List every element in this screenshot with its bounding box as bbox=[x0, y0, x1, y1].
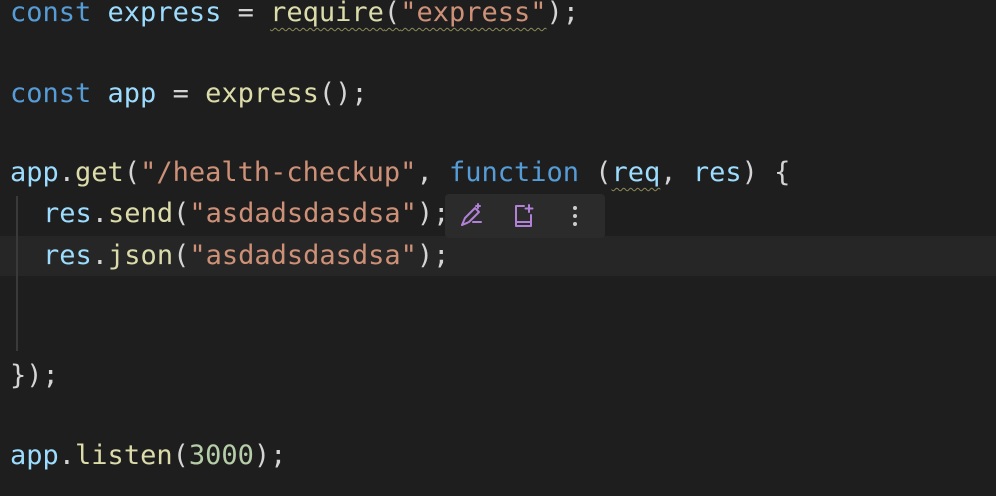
token-punct: . bbox=[58, 157, 76, 188]
token-keyword: const bbox=[10, 0, 92, 28]
token-punct: , bbox=[660, 157, 693, 188]
token-punct: ( bbox=[123, 157, 141, 188]
token-operator: = bbox=[221, 0, 271, 28]
code-line-10[interactable]: }); bbox=[10, 356, 59, 396]
token-punct: (); bbox=[318, 78, 368, 109]
edit-with-ai-button[interactable] bbox=[445, 194, 497, 238]
token-variable: express bbox=[107, 0, 222, 28]
token-string: "asdadsdasdsa" bbox=[189, 240, 417, 271]
squiggle-warning: require("express" bbox=[270, 0, 546, 28]
token-string: "asdadsdasdsa" bbox=[189, 198, 417, 229]
add-note-icon bbox=[508, 201, 538, 231]
token-variable: app bbox=[10, 157, 59, 188]
token-punct: ); bbox=[253, 440, 287, 471]
token-parameter: req bbox=[611, 157, 661, 188]
token-keyword: const bbox=[10, 78, 92, 109]
token-function: send bbox=[108, 198, 174, 229]
code-line-3[interactable]: const app = express(); bbox=[10, 74, 368, 114]
token-punct: ); bbox=[416, 240, 450, 271]
token-punct: . bbox=[58, 440, 76, 471]
token-punct: ( bbox=[173, 240, 190, 271]
token-parameter: res bbox=[692, 157, 742, 188]
token-function: json bbox=[108, 240, 174, 271]
token-number: 3000 bbox=[188, 440, 254, 471]
code-line-6[interactable]: res.send("asdadsdasdsa"); bbox=[43, 194, 449, 234]
code-line-5[interactable]: app.get("/health-checkup", function (req… bbox=[10, 153, 790, 193]
token-punct: . bbox=[91, 198, 109, 229]
add-note-button[interactable] bbox=[497, 194, 549, 238]
indent-guide bbox=[16, 196, 18, 351]
token-string: "express" bbox=[400, 0, 547, 28]
token-punct: , bbox=[416, 157, 449, 188]
token-function: listen bbox=[75, 440, 173, 471]
token-punct: ); bbox=[546, 0, 580, 28]
token-punct: ( bbox=[579, 157, 612, 188]
token-function: require bbox=[270, 0, 384, 28]
token-punct: ) { bbox=[741, 157, 791, 188]
more-vertical-icon bbox=[560, 201, 590, 231]
token-variable: app bbox=[10, 440, 59, 471]
code-editor[interactable]: const express = require("express"); cons… bbox=[0, 0, 996, 496]
code-line-1[interactable]: const express = require("express"); bbox=[10, 0, 579, 33]
edit-sparkle-icon bbox=[456, 201, 486, 231]
token-function: express bbox=[205, 78, 319, 109]
token-punct: ( bbox=[172, 440, 189, 471]
token-function: get bbox=[75, 157, 124, 188]
token-variable: app bbox=[107, 78, 157, 109]
token-punct: }); bbox=[10, 360, 59, 391]
token-punct: ( bbox=[173, 198, 190, 229]
token-punct: ( bbox=[383, 0, 401, 28]
code-line-12[interactable]: app.listen(3000); bbox=[10, 436, 286, 476]
token-keyword: function bbox=[448, 157, 579, 188]
token-punct: . bbox=[91, 240, 109, 271]
token-operator: = bbox=[156, 78, 206, 109]
token-variable: res bbox=[43, 240, 92, 271]
token-variable: res bbox=[43, 198, 92, 229]
more-actions-button[interactable] bbox=[549, 194, 601, 238]
token-string: "/health-checkup" bbox=[140, 157, 417, 188]
code-line-7[interactable]: res.json("asdadsdasdsa"); bbox=[43, 236, 449, 276]
inline-action-toolbar bbox=[445, 194, 605, 238]
